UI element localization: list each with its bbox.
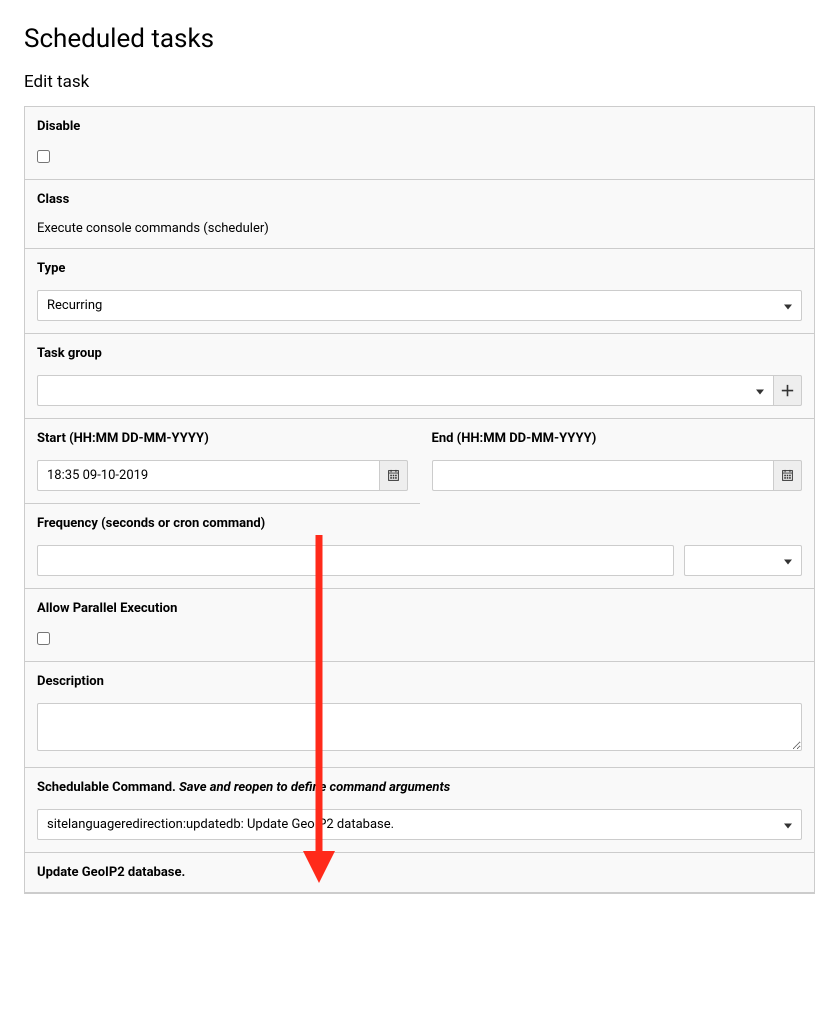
section-update-geoip: Update GeoIP2 database. xyxy=(25,853,814,893)
section-disable: Disable xyxy=(25,107,814,180)
schedulable-command-label-prefix: Schedulable Command. xyxy=(37,780,179,795)
edit-task-form: Disable Class Execute console commands (… xyxy=(24,106,815,894)
calendar-icon xyxy=(387,469,400,482)
section-type: Type Recurring xyxy=(25,249,814,334)
section-start: Start (HH:MM DD-MM-YYYY) xyxy=(25,419,420,504)
description-label: Description xyxy=(37,674,802,689)
frequency-input[interactable] xyxy=(37,545,674,576)
section-end: End (HH:MM DD-MM-YYYY) xyxy=(420,419,815,504)
disable-label: Disable xyxy=(37,119,802,134)
page-title: Scheduled tasks xyxy=(24,24,815,54)
calendar-icon xyxy=(781,469,794,482)
end-input[interactable] xyxy=(432,460,775,491)
start-datepicker-button[interactable] xyxy=(380,460,408,491)
type-select[interactable]: Recurring xyxy=(37,290,802,321)
disable-checkbox[interactable] xyxy=(37,150,50,163)
frequency-preset-select[interactable] xyxy=(684,545,802,576)
type-label: Type xyxy=(37,261,802,276)
section-schedulable-command: Schedulable Command. Save and reopen to … xyxy=(25,768,814,853)
plus-icon xyxy=(781,384,794,397)
section-task-group: Task group xyxy=(25,334,814,419)
schedulable-command-label-note: Save and reopen to define command argume… xyxy=(179,780,450,795)
schedulable-command-select[interactable]: sitelanguageredirection:updatedb: Update… xyxy=(37,809,802,840)
schedulable-command-label: Schedulable Command. Save and reopen to … xyxy=(37,780,802,795)
task-group-label: Task group xyxy=(37,346,802,361)
class-label: Class xyxy=(37,192,802,207)
update-geoip-label: Update GeoIP2 database. xyxy=(37,865,802,880)
section-class: Class Execute console commands (schedule… xyxy=(25,180,814,249)
allow-parallel-label: Allow Parallel Execution xyxy=(37,601,802,616)
allow-parallel-checkbox[interactable] xyxy=(37,632,50,645)
add-task-group-button[interactable] xyxy=(774,375,802,406)
start-label: Start (HH:MM DD-MM-YYYY) xyxy=(37,431,408,446)
section-description: Description xyxy=(25,662,814,768)
end-label: End (HH:MM DD-MM-YYYY) xyxy=(432,431,803,446)
end-datepicker-button[interactable] xyxy=(774,460,802,491)
section-allow-parallel: Allow Parallel Execution xyxy=(25,589,814,662)
description-textarea[interactable] xyxy=(37,703,802,751)
task-group-select[interactable] xyxy=(37,375,774,406)
section-frequency: Frequency (seconds or cron command) xyxy=(25,504,814,589)
class-value: Execute console commands (scheduler) xyxy=(37,221,802,236)
frequency-label: Frequency (seconds or cron command) xyxy=(37,516,802,531)
subtitle: Edit task xyxy=(24,72,815,92)
start-input[interactable] xyxy=(37,460,380,491)
